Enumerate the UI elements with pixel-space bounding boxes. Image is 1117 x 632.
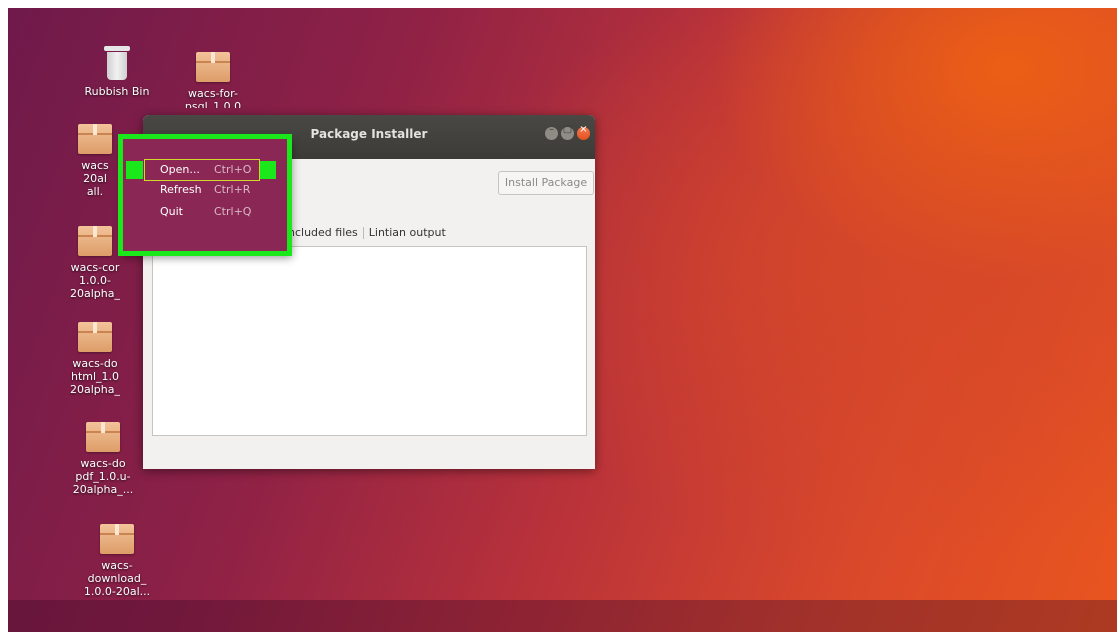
desktop-file-wacs-do-html[interactable]: wacs-do html_1.0 20alpha_ bbox=[70, 322, 120, 396]
menu-item-shortcut: Ctrl+Q bbox=[214, 205, 252, 218]
desktop-icon-label: wacs-for- psql_1.0.0 bbox=[184, 87, 242, 108]
trash-icon bbox=[104, 46, 130, 82]
menu-item-quit[interactable]: Quit Ctrl+Q bbox=[145, 202, 259, 222]
menu-item-shortcut: Ctrl+O bbox=[214, 163, 252, 176]
maximize-icon: ▢ bbox=[562, 124, 573, 135]
highlight-marker-right bbox=[259, 161, 276, 179]
tab-content-area bbox=[152, 246, 587, 436]
minimize-button[interactable]: – bbox=[545, 124, 558, 140]
rubbish-bin-icon[interactable]: Rubbish Bin bbox=[80, 46, 154, 98]
package-icon bbox=[196, 52, 230, 82]
highlight-marker-left bbox=[126, 161, 143, 179]
package-icon bbox=[78, 124, 112, 154]
package-icon bbox=[78, 322, 112, 352]
menu-item-refresh[interactable]: Refresh Ctrl+R bbox=[145, 180, 259, 200]
desktop-icon-label: Rubbish Bin bbox=[84, 85, 150, 98]
minimize-icon: – bbox=[549, 124, 554, 135]
desktop-icon-label: wacs-do pdf_1.0.u- 20alpha_... bbox=[72, 457, 134, 496]
desktop-file-wacs-for-psql[interactable]: wacs-for- psql_1.0.0 bbox=[176, 52, 250, 108]
desktop-file-wacs-cor[interactable]: wacs-cor 1.0.0- 20alpha_ bbox=[70, 226, 120, 300]
install-package-button[interactable]: Install Package bbox=[498, 171, 594, 195]
menu-item-open[interactable]: Open... Ctrl+O bbox=[144, 159, 260, 181]
maximize-button[interactable]: ▢ bbox=[561, 124, 574, 140]
package-icon bbox=[100, 524, 134, 554]
desktop-icon-label: wacs 20al all. bbox=[81, 159, 109, 198]
tab-lintian-output[interactable]: Lintian output bbox=[364, 226, 451, 239]
desktop-bottom-band bbox=[8, 600, 1117, 632]
menu-item-label: Refresh bbox=[160, 183, 202, 196]
desktop-icon-label: wacs- download_ 1.0.0-20al... bbox=[83, 559, 151, 598]
package-icon bbox=[78, 226, 112, 256]
desktop-file-wacs-do-pdf[interactable]: wacs-do pdf_1.0.u- 20alpha_... bbox=[70, 422, 136, 496]
menu-item-label: Open... bbox=[160, 163, 200, 176]
desktop-icon-label: wacs-do html_1.0 20alpha_ bbox=[70, 357, 120, 396]
desktop-icon-label: wacs-cor 1.0.0- 20alpha_ bbox=[70, 261, 120, 300]
desktop-file-wacs-partial[interactable]: wacs 20al all. bbox=[70, 124, 120, 198]
tab-bar: ncluded files Lintian output bbox=[283, 226, 451, 239]
desktop: Rubbish Bin wacs-for- psql_1.0.0 wacs 20… bbox=[8, 8, 1117, 632]
package-icon bbox=[86, 422, 120, 452]
menu-item-shortcut: Ctrl+R bbox=[214, 183, 251, 196]
close-icon: × bbox=[579, 124, 588, 135]
close-button[interactable]: × bbox=[577, 124, 590, 140]
menu-item-label: Quit bbox=[160, 205, 183, 218]
desktop-file-wacs-download[interactable]: wacs- download_ 1.0.0-20al... bbox=[80, 524, 154, 598]
tab-included-files[interactable]: ncluded files bbox=[283, 226, 363, 239]
